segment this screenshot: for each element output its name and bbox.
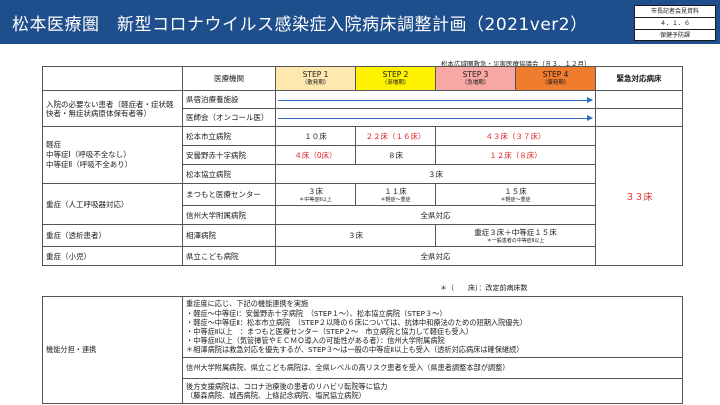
azumino-step2: ８床: [355, 145, 436, 165]
shukuhaku-arrow-cell: [275, 90, 596, 109]
emergency-beds-value: ３３床: [595, 126, 683, 266]
function-line: 重症度に応じ、下記の機能連携を実施: [186, 299, 309, 309]
shinshu-univ-value: 全県対応: [275, 205, 596, 225]
function-line: ＊相澤病院は救急対応を優先するが、STEP３～は一般の中等症Ⅱ以上も受入（透析対…: [186, 345, 524, 355]
kodomo-value: 全県対応: [275, 246, 596, 266]
dialysis-category: 重症（透析患者）: [42, 224, 183, 247]
function-table: 機能分担・連携 重症度に応じ、下記の機能連携を実施 ・軽症～中等症Ⅰ：安曇野赤十…: [42, 296, 683, 404]
footnote: ＊（ 床）：改定前病床数: [440, 284, 528, 292]
step-4-header: STEP 4 （爆発期）: [515, 66, 596, 91]
aizawa-step34-note: ＊一般患者の中等症Ⅱ以上: [486, 238, 545, 244]
step-4-label: STEP 4: [542, 69, 569, 79]
child-category: 重症（小児）: [42, 246, 183, 266]
institution-kodomo: 県立こども病院: [182, 246, 276, 266]
institution-shukuhaku: 県宿泊療養施設: [182, 90, 276, 109]
matsumoto-city-step34: ４３床（３７床）: [435, 126, 596, 146]
function-block-1: 重症度に応じ、下記の機能連携を実施 ・軽症～中等症Ⅰ：安曇野赤十字病院 （STE…: [182, 296, 683, 358]
institution-kyoritsu: 松本協立病院: [182, 164, 276, 184]
matsumoto-center-step34-note: ＊軽症～重症: [500, 197, 531, 203]
step-4-sub: （爆発期）: [541, 79, 570, 86]
azumino-step34: １２床（８床）: [435, 145, 596, 165]
step-3-header: STEP 3 （急増期）: [435, 66, 516, 91]
no-hospitalization-category: 入院の必要ない患者（軽症者・症状軽快者・無症状病原体保有者等）: [42, 90, 183, 127]
arrow-right-icon: [278, 114, 593, 121]
step-3-sub: （急増期）: [461, 79, 490, 86]
matsumoto-center-step1-beds: ３床: [308, 187, 323, 196]
matsumoto-center-step2-beds: １１床: [384, 187, 407, 196]
step-3-label: STEP 3: [462, 69, 489, 79]
bed-plan-table: 医療機関 STEP 1 （散発期） STEP 2 （漸増期） STEP 3 （急増期）…: [42, 66, 683, 266]
kyoritsu-beds: ３床: [275, 164, 596, 184]
step-2-sub: （漸増期）: [381, 79, 410, 86]
institution-ishikai: 医師会（オンコール医）: [182, 108, 276, 127]
institution-shinshu-univ: 信州大学附属病院: [182, 205, 276, 225]
stamp-line-2: ４．１．６: [635, 18, 715, 30]
matsumoto-center-step1: ３床 ＊中等症Ⅱ以上: [275, 183, 356, 206]
ishikai-arrow-cell: [275, 108, 596, 127]
stamp-line-3: 保健予防課: [659, 32, 690, 39]
function-line: 後方支援病院は、コロナ治療後の患者のリハビリ転院等に協力: [186, 381, 388, 391]
step-2-label: STEP 2: [382, 69, 409, 79]
header-bar: 松本医療圏 新型コロナウイルス感染症入院病床調整計画（2021ver2） 市長記…: [0, 0, 720, 44]
arrow-right-icon: [278, 96, 593, 103]
matsumoto-center-step34-beds: １５床: [504, 187, 527, 196]
function-line: ・中等症Ⅱ以上（気管挿管やＥＣＭＯ導入の可能性がある者）：信州大学附属病院: [186, 336, 445, 346]
matsumoto-center-step2-note: ＊軽症～重症: [380, 197, 411, 203]
institution-aizawa: 相澤病院: [182, 224, 276, 247]
col-header-institution: 医療機関: [182, 66, 276, 91]
step-1-label: STEP 1: [302, 69, 329, 79]
severe-category: 重症（人工呼吸器対応）: [42, 183, 183, 225]
corner-cell: [42, 66, 183, 91]
step-1-header: STEP 1 （散発期）: [275, 66, 356, 91]
function-line: ・中等症Ⅱ以上 ：まつもと医療センター（STEP２～ 市立病院と協力して軽症も受…: [186, 327, 473, 336]
aizawa-step12: ３床: [275, 224, 436, 247]
step-1-sub: （散発期）: [301, 79, 330, 86]
aizawa-step34-beds: 重症３床＋中等症１５床: [474, 228, 557, 237]
document-stamp: 市長記者会見資料 ４．１．６ 保健予防課: [634, 5, 716, 41]
step-2-header: STEP 2 （漸増期）: [355, 66, 436, 91]
function-label: 機能分担・連携: [42, 296, 183, 404]
institution-azumino: 安曇野赤十字病院: [182, 145, 276, 165]
function-line: （藤森病院、城西病院、上條記念病院、塩尻協立病院）: [186, 391, 366, 400]
matsumoto-center-step2: １１床 ＊軽症～重症: [355, 183, 436, 206]
institution-matsumoto-city: 松本市立病院: [182, 126, 276, 146]
emergency-empty-2: [595, 108, 683, 127]
azumino-step1: ４床（0床）: [275, 145, 356, 165]
matsumoto-center-step1-note: ＊中等症Ⅱ以上: [299, 197, 332, 203]
function-line: ・軽症～中等症Ⅱ：松本市立病院 （STEP２以降の６床については、抗体中和療法の…: [186, 317, 527, 327]
function-block-2: 信州大学附属病院、県立こども病院は、全県レベルの高リスク患者を受入（県患者調整本…: [182, 357, 683, 379]
function-line: ・軽症～中等症Ⅰ：安曇野赤十字病院 （STEP１～）、松本協立病院（STEP３～…: [186, 308, 447, 318]
function-block-3: 後方支援病院は、コロナ治療後の患者のリハビリ転院等に協力 （藤森病院、城西病院、…: [182, 378, 683, 404]
emergency-empty-1: [595, 90, 683, 109]
matsumoto-city-step2: ２２床（１６床）: [355, 126, 436, 146]
page-title: 松本医療圏 新型コロナウイルス感染症入院病床調整計画（2021ver2）: [12, 15, 588, 35]
institution-matsumoto-center: まつもと医療センター: [182, 183, 276, 206]
aizawa-step34: 重症３床＋中等症１５床 ＊一般患者の中等症Ⅱ以上: [435, 224, 596, 247]
emergency-header: 緊急対応病床: [595, 66, 683, 91]
matsumoto-center-step34: １５床 ＊軽症～重症: [435, 183, 596, 206]
stamp-line-1: 市長記者会見資料: [635, 6, 715, 18]
mild-moderate-category: 軽症 中等症Ⅰ（呼吸不全なし） 中等症Ⅱ（呼吸不全あり）: [42, 126, 183, 184]
matsumoto-city-step1: １０床: [275, 126, 356, 146]
